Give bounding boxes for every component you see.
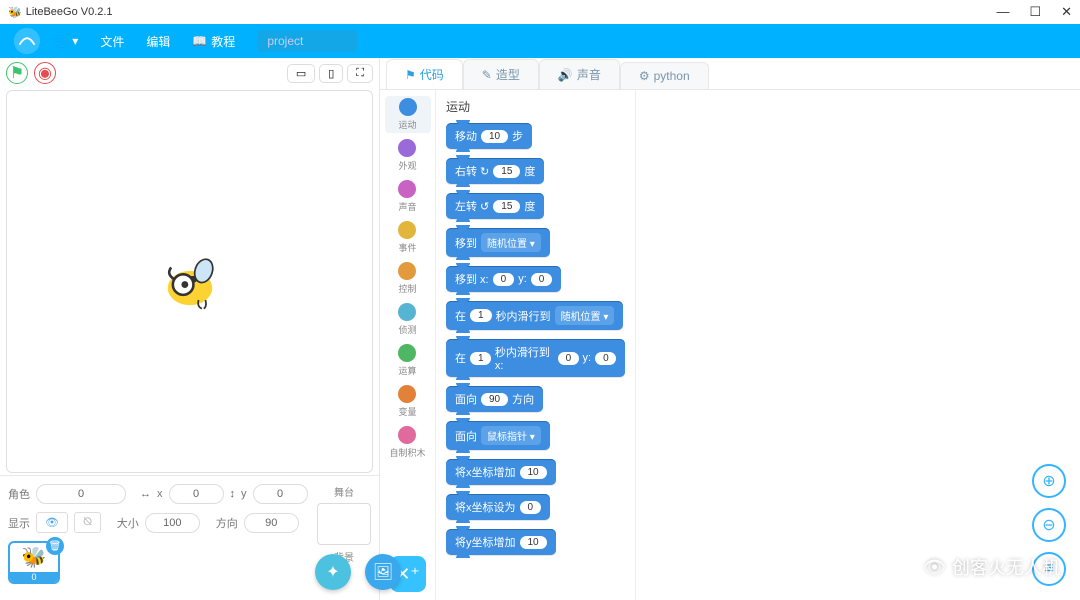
green-flag-button[interactable]: ⚑: [6, 62, 28, 84]
category-变量[interactable]: 变量: [398, 383, 416, 420]
block-point-direction[interactable]: 面向90方向: [446, 386, 543, 412]
watermark: 👁 创客火无人机: [923, 554, 1060, 580]
fullscreen-button[interactable]: ⛶: [347, 64, 373, 83]
tab-python[interactable]: ⚙ python: [620, 62, 709, 89]
block-turn-left[interactable]: 左转 ↺15度: [446, 193, 544, 219]
close-button[interactable]: ✕: [1061, 4, 1072, 20]
menubar: 🌐 ▾ 文件 编辑 📖 教程: [0, 24, 1080, 58]
zoom-out-button[interactable]: ⊖: [1032, 508, 1066, 542]
menu-globe[interactable]: 🌐 ▾: [54, 34, 78, 48]
category-声音[interactable]: 声音: [398, 178, 416, 215]
stop-button[interactable]: ◉: [34, 62, 56, 84]
tab-sounds[interactable]: 🔊 声音: [539, 59, 620, 89]
window-title: LiteBeeGo V0.2.1: [26, 6, 113, 18]
menu-tutorial[interactable]: 📖 教程: [192, 33, 235, 50]
sprite-name-input[interactable]: 0: [36, 484, 126, 504]
block-point-towards[interactable]: 面向鼠标指针 ▾: [446, 421, 550, 450]
category-自制积木[interactable]: 自制积木: [389, 424, 425, 461]
sprite-direction-input[interactable]: 90: [244, 513, 299, 533]
sprite-y-input[interactable]: 0: [253, 484, 308, 504]
zoom-in-button[interactable]: ⊕: [1032, 464, 1066, 498]
titlebar: 🐝 LiteBeeGo V0.2.1 — ☐ ✕: [0, 0, 1080, 24]
block-move[interactable]: 移动10步: [446, 123, 532, 149]
maximize-button[interactable]: ☐: [1029, 4, 1041, 20]
sprite-x-input[interactable]: 0: [169, 484, 224, 504]
delete-sprite-icon[interactable]: 🗑: [46, 537, 64, 555]
show-sprite-button[interactable]: 👁: [36, 512, 68, 533]
block-change-x[interactable]: 将x坐标增加10: [446, 459, 556, 485]
stage-thumbnail[interactable]: [317, 503, 371, 545]
sprite-on-stage[interactable]: [155, 252, 225, 312]
block-change-y[interactable]: 将y坐标增加10: [446, 529, 556, 555]
app-logo: [12, 26, 42, 56]
add-backdrop-button[interactable]: 🖼: [365, 554, 401, 590]
tab-code[interactable]: ⚑ 代码: [386, 59, 463, 89]
category-list: 运动外观声音事件控制侦测运算变量自制积木✕⁺: [380, 90, 436, 600]
menu-file[interactable]: 文件: [100, 33, 124, 50]
minimize-button[interactable]: —: [996, 4, 1009, 20]
category-外观[interactable]: 外观: [398, 137, 416, 174]
block-glide-xy[interactable]: 在1秒内滑行到 x:0y:0: [446, 339, 625, 377]
sprite-size-input[interactable]: 100: [145, 513, 200, 533]
editor-tabs: ⚑ 代码 ✎ 造型 🔊 声音 ⚙ python: [380, 58, 1080, 90]
block-palette: 运动 移动10步 右转 ↻15度 左转 ↺15度 移到随机位置 ▾ 移到 x:0…: [436, 90, 636, 600]
category-控制[interactable]: 控制: [398, 260, 416, 297]
tab-costumes[interactable]: ✎ 造型: [463, 59, 539, 89]
block-goto[interactable]: 移到随机位置 ▾: [446, 228, 550, 257]
palette-heading: 运动: [446, 98, 625, 115]
stage-large-button[interactable]: ▯: [319, 64, 343, 83]
block-glide[interactable]: 在1秒内滑行到随机位置 ▾: [446, 301, 623, 330]
category-事件[interactable]: 事件: [398, 219, 416, 256]
block-goto-xy[interactable]: 移到 x:0y:0: [446, 266, 561, 292]
menu-edit[interactable]: 编辑: [146, 33, 170, 50]
sprite-thumbnail[interactable]: 🗑 🐝 0: [8, 541, 60, 584]
hide-sprite-button[interactable]: ⦰: [74, 512, 101, 533]
project-name-input[interactable]: [257, 30, 357, 52]
category-运算[interactable]: 运算: [398, 342, 416, 379]
category-运动[interactable]: 运动: [385, 96, 431, 133]
block-set-x[interactable]: 将x坐标设为0: [446, 494, 550, 520]
stage-small-button[interactable]: ▭: [287, 64, 315, 83]
script-area[interactable]: ⊕ ⊖ ≡: [636, 90, 1080, 600]
add-sprite-button[interactable]: ✦: [315, 554, 351, 590]
category-侦测[interactable]: 侦测: [398, 301, 416, 338]
stage[interactable]: [6, 90, 373, 473]
block-turn-right[interactable]: 右转 ↻15度: [446, 158, 544, 184]
